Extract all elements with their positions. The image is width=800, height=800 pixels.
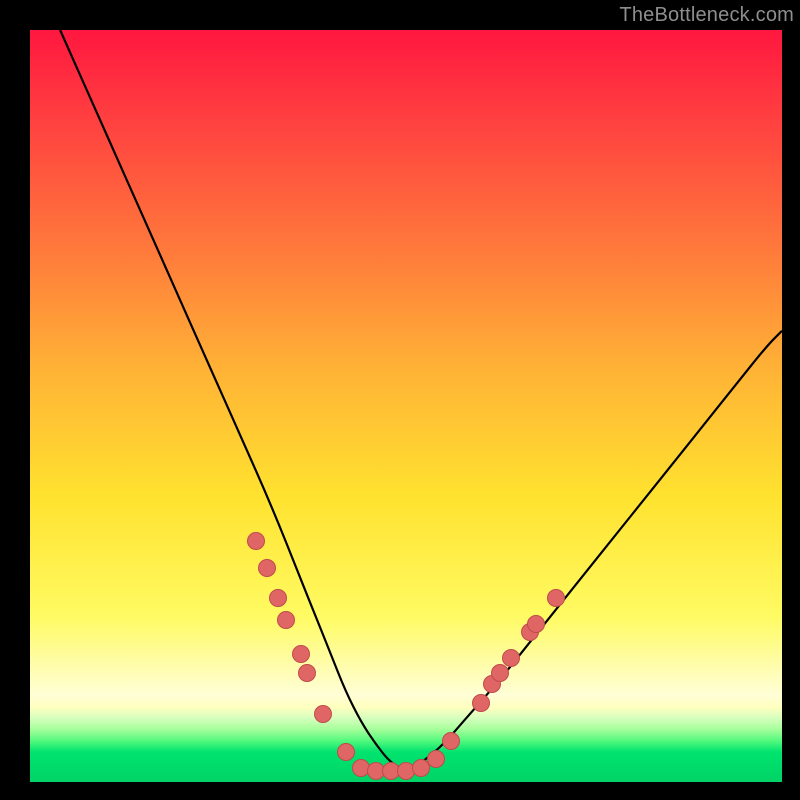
highlight-dot: [472, 694, 490, 712]
highlight-dot: [258, 559, 276, 577]
watermark-text: TheBottleneck.com: [619, 4, 794, 27]
highlight-dot: [491, 664, 509, 682]
highlight-dot: [277, 611, 295, 629]
highlight-dot: [502, 649, 520, 667]
highlight-dot: [292, 645, 310, 663]
highlight-dot: [314, 705, 332, 723]
highlight-dot: [247, 532, 265, 550]
highlight-dot: [427, 750, 445, 768]
highlight-dot: [269, 589, 287, 607]
highlight-dot: [547, 589, 565, 607]
curve-path: [60, 30, 782, 769]
highlight-dot: [527, 615, 545, 633]
highlight-dot: [337, 743, 355, 761]
highlight-dot: [442, 732, 460, 750]
highlight-dot: [298, 664, 316, 682]
bottleneck-curve: [0, 0, 800, 800]
